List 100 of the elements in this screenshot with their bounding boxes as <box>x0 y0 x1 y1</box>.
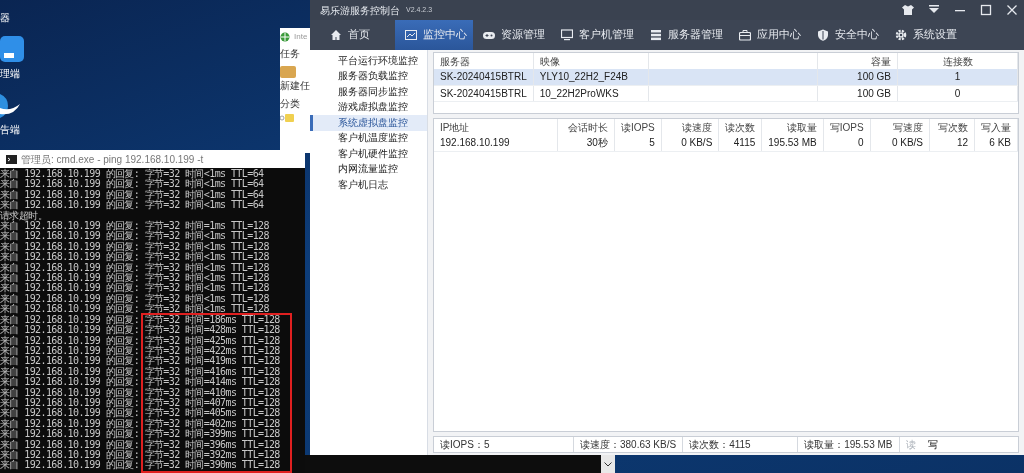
console-line: 来自 192.168.10.199 的回复: 字节=32 时间=1ms TTL=128 <box>0 221 270 232</box>
nav-tab[interactable]: 监控中心 <box>395 20 473 50</box>
nav-tab[interactable]: 系统设置 <box>885 20 963 50</box>
console-line: 来自 192.168.10.199 的回复: 字节=32 时间=392ms TTL=128 <box>0 449 281 460</box>
icon-label: 理端 <box>0 68 20 80</box>
maximize-icon[interactable] <box>980 4 992 16</box>
console-line: 来自 192.168.10.199 的回复: 字节=32 时间=419ms TTL=128 <box>0 356 281 367</box>
table-cell: 4115 <box>718 135 762 151</box>
home-icon <box>330 29 342 41</box>
console-line: 来自 192.168.10.199 的回复: 字节=32 时间<1ms TTL=128 <box>0 273 270 284</box>
console-line: 来自 192.168.10.199 的回复: 字节=32 时间<1ms TTL=64 <box>0 169 265 179</box>
nav-tab[interactable]: 首页 <box>320 20 395 50</box>
close-icon[interactable] <box>1006 4 1018 16</box>
table-cell: 0 KB/S <box>870 135 930 151</box>
sidebar-item[interactable]: 客户机硬件监控 <box>310 146 427 162</box>
shirt-icon[interactable] <box>902 4 914 16</box>
status-field: 读次数：4115 <box>683 437 799 452</box>
nav-tab[interactable]: 客户机管理 <box>551 20 640 50</box>
column-header: 会话时长 <box>557 119 615 135</box>
sidebar-item[interactable]: 内网流量监控 <box>310 161 427 177</box>
nav-tab[interactable]: 资源管理 <box>473 20 551 50</box>
console-line: 来自 192.168.10.199 的回复: 字节=32 时间=399ms TTL=128 <box>0 429 281 440</box>
nav-tab[interactable]: 应用中心 <box>729 20 807 50</box>
window-title: 易乐游服务控制台 <box>320 3 400 18</box>
table-cell: 0 <box>897 85 1018 101</box>
dropdown-icon[interactable] <box>928 4 940 16</box>
window-title: 管理员: cmd.exe - ping 192.168.10.199 -t <box>21 152 204 167</box>
console-line: 来自 192.168.10.199 的回复: 字节=32 时间=428ms TTL=128 <box>0 325 281 336</box>
table-cell: 10_22H2ProWKS <box>533 85 649 101</box>
console-line: 来自 192.168.10.199 的回复: 字节=32 时间=186ms TTL=128 <box>0 314 281 325</box>
column-header: 读取量 <box>761 119 824 135</box>
column-header: 读IOPS <box>614 119 662 135</box>
console-line: 来自 192.168.10.199 的回复: 字节=32 时间=425ms TTL=128 <box>0 335 281 346</box>
column-header: 写IOPS <box>823 119 871 135</box>
status-field: 读取量：195.53 MB <box>798 437 900 452</box>
sidebar-item[interactable]: 游戏虚拟盘监控 <box>310 99 427 115</box>
console-line: 来自 192.168.10.199 的回复: 字节=32 时间=390ms TTL=128 <box>0 460 281 471</box>
console-line: 来自 192.168.10.199 的回复: 字节=32 时间<1ms TTL=128 <box>0 293 270 304</box>
app-icon[interactable] <box>0 36 26 64</box>
column-header: 读次数 <box>718 119 762 135</box>
new-task-button[interactable]: 新建任 <box>280 64 310 93</box>
console-line: 来自 192.168.10.199 的回复: 字节=32 时间<1ms TTL=128 <box>0 231 270 242</box>
status-field: 读速度：380.63 KB/S <box>574 437 684 452</box>
table-row[interactable]: SK-20240415BTRL 10_22H2ProWKS 100 GB 0 <box>434 85 1018 101</box>
column-header: 读速度 <box>661 119 719 135</box>
expand-button[interactable] <box>601 455 615 473</box>
table-cell: 100 GB <box>817 69 898 85</box>
console-line: 来自 192.168.10.199 的回复: 字节=32 时间<1ms TTL=64 <box>0 200 265 211</box>
chart-icon <box>405 29 417 41</box>
table-cell: 6 KB <box>974 135 1018 151</box>
console-line: 请求超时。 <box>0 210 47 221</box>
server-icon <box>650 29 662 41</box>
sidebar-item[interactable]: 服务器负载监控 <box>310 68 427 84</box>
table-cell: 1 <box>897 69 1018 85</box>
console-line: 来自 192.168.10.199 的回复: 字节=32 时间<1ms TTL=128 <box>0 252 270 263</box>
table-cell: 0 KB/S <box>661 135 719 151</box>
console-line: 来自 192.168.10.199 的回复: 字节=32 时间=414ms TTL=128 <box>0 377 281 388</box>
console-line: 来自 192.168.10.199 的回复: 字节=32 时间=422ms TTL=128 <box>0 345 281 356</box>
console-line: 来自 192.168.10.199 的回复: 字节=32 时间<1ms TTL=64 <box>0 179 265 190</box>
console-line: 来自 192.168.10.199 的回复: 字节=32 时间<1ms TTL=128 <box>0 241 270 252</box>
chevron-down-icon <box>604 461 612 467</box>
console-line: 来自 192.168.10.199 的回复: 字节=32 时间=405ms TTL=128 <box>0 408 281 419</box>
sidebar-item[interactable]: 系统虚拟盘监控 <box>310 115 427 131</box>
console-line: 来自 192.168.10.199 的回复: 字节=32 时间<1ms TTL=128 <box>0 262 270 273</box>
console-line: 来自 192.168.10.199 的回复: 字节=32 时间<1ms TTL=128 <box>0 283 270 294</box>
window-title: Inte <box>294 31 308 43</box>
icon-label: 告端 <box>0 124 20 136</box>
status-toggle[interactable]: 写 <box>921 437 944 452</box>
table-cell: SK-20240415BTRL <box>434 69 534 85</box>
table-cell: 12 <box>929 135 975 151</box>
panel-label: 分类 <box>280 97 301 111</box>
column-header: 写入量 <box>974 119 1018 135</box>
sidebar-item[interactable]: 客户机日志 <box>310 177 427 193</box>
sidebar-item[interactable]: 平台运行环境监控 <box>310 53 427 69</box>
console-line: 来自 192.168.10.199 的回复: 字节=32 时间=410ms TTL=128 <box>0 387 281 398</box>
gamepad-icon <box>483 29 495 41</box>
console-line: 来自 192.168.10.199 的回复: 字节=32 时间=402ms TTL=128 <box>0 418 281 429</box>
table-cell: 30秒 <box>557 135 615 151</box>
nav-tab[interactable]: 服务器管理 <box>640 20 729 50</box>
column-header: IP地址 <box>434 119 558 135</box>
sidebar-item[interactable]: 客户机温度监控 <box>310 130 427 146</box>
menu-item[interactable]: 任务 <box>280 46 310 61</box>
shield-icon <box>817 29 829 41</box>
console-line: 来自 192.168.10.199 的回复: 字节=32 时间<1ms TTL=64 <box>0 189 265 200</box>
icon-label: 器 <box>0 12 10 24</box>
table-cell: 192.168.10.199 <box>434 135 558 151</box>
monitor-icon <box>561 29 573 41</box>
console-line: 来自 192.168.10.199 的回复: 字节=32 时间=407ms TTL=128 <box>0 397 281 408</box>
folder-icon <box>280 114 294 122</box>
table-cell: YLY10_22H2_F24B <box>533 69 649 85</box>
console-line: 来自 192.168.10.199 的回复: 字节=32 时间=396ms TTL=128 <box>0 439 281 450</box>
sidebar-item[interactable]: 服务器同步监控 <box>310 84 427 100</box>
console-line: 来自 192.168.10.199 的回复: 字节=32 时间=416ms TTL=128 <box>0 366 281 377</box>
status-field: 读IOPS：5 <box>434 437 574 452</box>
table-cell: 100 GB <box>817 85 898 101</box>
console-line: 来自 192.168.10.199 的回复: 字节=32 时间<1ms TTL=128 <box>0 304 270 315</box>
table-row[interactable]: SK-20240415BTRL YLY10_22H2_F24B 100 GB 1 <box>434 69 1018 85</box>
table-cell: SK-20240415BTRL <box>434 85 534 101</box>
nav-tab[interactable]: 安全中心 <box>807 20 885 50</box>
gear-icon <box>895 29 907 41</box>
